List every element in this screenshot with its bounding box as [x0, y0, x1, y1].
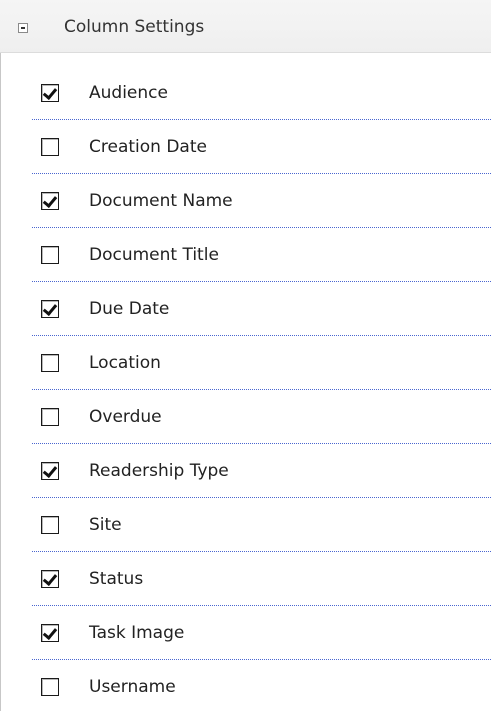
- collapse-toggle-icon[interactable]: [18, 23, 28, 33]
- column-option[interactable]: Site: [0, 498, 491, 552]
- column-option[interactable]: Location: [0, 336, 491, 390]
- checkbox-unchecked[interactable]: [41, 138, 59, 156]
- column-option[interactable]: Task Image: [0, 606, 491, 660]
- column-option-label[interactable]: Audience: [89, 80, 168, 106]
- checkbox-unchecked[interactable]: [41, 408, 59, 426]
- column-option[interactable]: Creation Date: [0, 120, 491, 174]
- column-list: Audience Creation Date Document Name Docume…: [0, 66, 491, 714]
- checkbox-unchecked[interactable]: [41, 246, 59, 264]
- checkmark-icon: [42, 462, 58, 479]
- column-option-label[interactable]: Readership Type: [89, 458, 229, 484]
- column-option[interactable]: Status: [0, 552, 491, 606]
- column-option[interactable]: Overdue: [0, 390, 491, 444]
- column-option-label[interactable]: Document Title: [89, 242, 219, 268]
- column-option-label[interactable]: Due Date: [89, 296, 169, 322]
- column-option-label[interactable]: Status: [89, 566, 143, 592]
- column-option-label[interactable]: Task Image: [89, 620, 184, 646]
- checkbox-unchecked[interactable]: [41, 516, 59, 534]
- checkmark-icon: [42, 84, 58, 101]
- column-option-label[interactable]: Username: [89, 674, 176, 700]
- checkmark-icon: [42, 624, 58, 641]
- column-option-label[interactable]: Overdue: [89, 404, 162, 430]
- checkmark-icon: [42, 192, 58, 209]
- column-option[interactable]: Due Date: [0, 282, 491, 336]
- checkbox-checked[interactable]: [41, 462, 59, 480]
- panel-title: Column Settings: [64, 17, 205, 37]
- column-option-label[interactable]: Location: [89, 350, 161, 376]
- checkbox-checked[interactable]: [41, 300, 59, 318]
- checkmark-icon: [42, 570, 58, 587]
- column-settings-panel: Column Settings Audience Creation Date Doc…: [0, 0, 491, 711]
- column-option[interactable]: Readership Type: [0, 444, 491, 498]
- column-option[interactable]: Audience: [0, 66, 491, 120]
- column-option[interactable]: Document Title: [0, 228, 491, 282]
- checkbox-unchecked[interactable]: [41, 678, 59, 696]
- checkbox-checked[interactable]: [41, 84, 59, 102]
- column-option-label[interactable]: Site: [89, 512, 122, 538]
- checkbox-checked[interactable]: [41, 570, 59, 588]
- panel-header[interactable]: Column Settings: [0, 0, 491, 53]
- column-option-label[interactable]: Document Name: [89, 188, 233, 214]
- column-option[interactable]: Document Name: [0, 174, 491, 228]
- column-option[interactable]: Username: [0, 660, 491, 714]
- checkbox-unchecked[interactable]: [41, 354, 59, 372]
- column-option-label[interactable]: Creation Date: [89, 134, 207, 160]
- checkbox-checked[interactable]: [41, 624, 59, 642]
- checkbox-checked[interactable]: [41, 192, 59, 210]
- checkmark-icon: [42, 300, 58, 317]
